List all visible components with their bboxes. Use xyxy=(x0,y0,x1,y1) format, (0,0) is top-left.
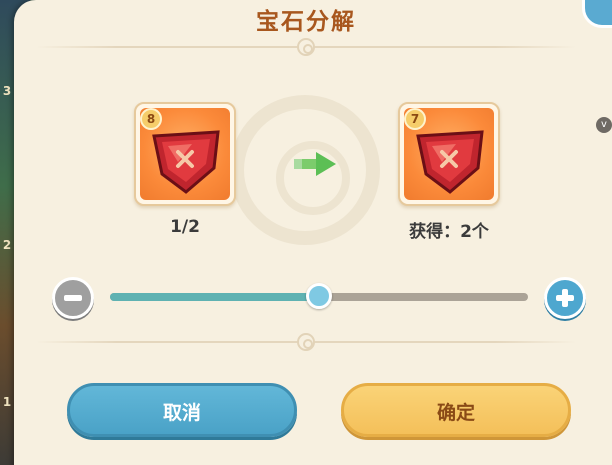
result-gem-card[interactable]: 7 xyxy=(398,102,500,206)
background-number: 2 xyxy=(2,238,12,252)
top-divider xyxy=(36,38,576,56)
background-number: 1 xyxy=(2,395,12,409)
cancel-button[interactable]: 取消 xyxy=(67,383,297,437)
level-badge: 7 xyxy=(404,108,426,130)
red-gem-icon xyxy=(416,130,484,194)
quantity-slider-fill xyxy=(110,293,319,301)
dialog-title: 宝石分解 xyxy=(256,9,356,35)
result-gem-obtain: 获得：2个 xyxy=(409,222,489,242)
background-number: 3 xyxy=(2,84,12,98)
gear-icon xyxy=(297,38,315,56)
increase-button[interactable] xyxy=(544,277,586,319)
decrease-button[interactable] xyxy=(52,277,94,319)
minus-icon xyxy=(64,295,82,301)
side-badge[interactable]: v xyxy=(596,117,612,133)
red-gem-icon xyxy=(152,130,220,194)
bottom-divider xyxy=(36,333,576,351)
gear-icon xyxy=(297,333,315,351)
source-gem-count: 1/2 xyxy=(170,217,200,237)
confirm-button[interactable]: 确定 xyxy=(341,383,571,437)
quantity-slider-thumb[interactable] xyxy=(306,283,332,309)
source-gem-card[interactable]: 8 xyxy=(134,102,236,206)
level-badge: 8 xyxy=(140,108,162,130)
arrow-right-icon xyxy=(294,152,336,176)
